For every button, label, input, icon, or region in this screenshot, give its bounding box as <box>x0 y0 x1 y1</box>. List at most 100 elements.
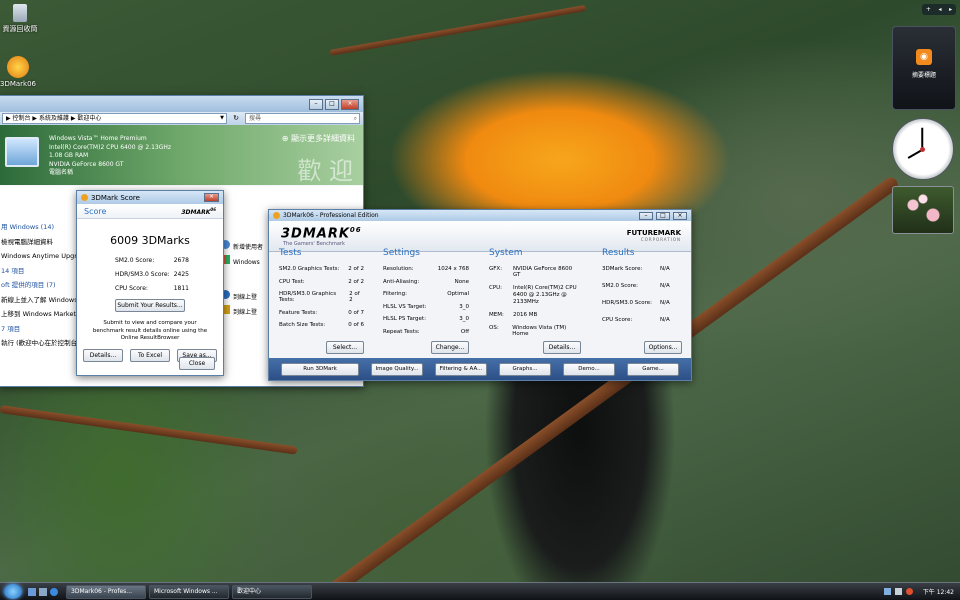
recycle-bin-icon[interactable]: 資源回收筒 <box>0 4 44 34</box>
score-label: CPU Score: <box>115 285 148 292</box>
3dmark-titlebar: 3DMark06 - Professional Edition – □ × <box>269 210 691 221</box>
score-rows: SM2.0 Score: 2678 HDR/SM3.0 Score: 2425 CP… <box>77 257 223 292</box>
address-breadcrumb: ▶ 控制台 ▶ 系統及維護 ▶ 歡迎中心 <box>6 115 102 122</box>
task-microsoft-windows[interactable]: Microsoft Windows ... <box>149 584 229 599</box>
tests-heading: Tests <box>279 248 302 258</box>
results-panel: Results 3DMark Score: N/A SM2.0 Score: N/A… <box>602 248 682 354</box>
next-icon[interactable]: ▸ <box>949 6 952 13</box>
close-dialog-button[interactable]: Close <box>179 357 215 370</box>
maximize-button[interactable]: □ <box>325 98 339 110</box>
graphs-button[interactable]: Graphs... <box>499 362 551 376</box>
setting-label: Filtering: <box>383 291 407 297</box>
close-button[interactable]: × <box>341 98 359 110</box>
test-row: Feature Tests: 0 of 7 <box>279 310 364 316</box>
system-row: GFX: NVIDIA GeForce 8600 GT <box>489 266 581 278</box>
setting-label: Repeat Tests: <box>383 328 420 335</box>
system-panel: System GFX: NVIDIA GeForce 8600 GT CPU: In… <box>489 248 581 354</box>
expand-icon: ⊕ <box>281 134 289 143</box>
system-row: OS: Windows Vista (TM) Home <box>489 325 581 337</box>
security-icon[interactable] <box>905 588 913 595</box>
maximize-button[interactable]: □ <box>656 211 670 220</box>
system-row: MEM: 2016 MB <box>489 312 581 318</box>
futuremark-text: FUTUREMARK <box>626 229 681 237</box>
image-quality-button[interactable]: Image Quality... <box>371 362 423 376</box>
run-3dmark-button[interactable]: Run 3DMark <box>281 362 359 376</box>
minimize-button[interactable]: – <box>309 98 323 110</box>
chevron-down-icon[interactable]: ▼ <box>220 114 224 123</box>
add-gadget-icon[interactable]: + <box>926 6 931 13</box>
test-label: CPU Test: <box>279 278 305 285</box>
test-value: 2 of 2 <box>348 266 364 272</box>
system-label: OS: <box>489 324 499 331</box>
submit-results-button[interactable]: Submit Your Results... <box>115 299 185 312</box>
futuremark-sub: CORPORATION <box>640 237 681 242</box>
computer-icon <box>5 137 39 167</box>
change-settings-button[interactable]: Change... <box>431 341 469 354</box>
clock-gadget[interactable] <box>892 118 954 180</box>
result-value: N/A <box>660 283 670 289</box>
to-excel-button[interactable]: To Excel <box>130 348 170 362</box>
tagline: The Gamers' Benchmark <box>283 241 345 247</box>
setting-row: HLSL VS Target: 3_0 <box>383 304 469 310</box>
address-field[interactable]: ▶ 控制台 ▶ 系統及維護 ▶ 歡迎中心 ▼ <box>2 113 227 124</box>
system-value: NVIDIA GeForce 8600 GT <box>512 266 573 278</box>
score-row: HDR/SM3.0 Score: 2425 <box>115 271 189 278</box>
score-row: CPU Score: 1811 <box>115 285 189 292</box>
task-3dmark[interactable]: 3DMark06 - Profes... <box>66 584 146 599</box>
branch-decoration <box>0 405 298 455</box>
show-desktop-icon[interactable] <box>28 587 36 596</box>
system-heading: System <box>489 248 523 258</box>
close-button[interactable]: × <box>673 211 687 220</box>
system-details-button[interactable]: Details... <box>543 341 581 354</box>
volume-icon[interactable] <box>894 588 902 595</box>
refresh-icon[interactable]: ↻ <box>231 114 241 123</box>
details-button[interactable]: Details... <box>83 348 123 362</box>
switch-windows-icon[interactable] <box>39 587 47 596</box>
start-button[interactable] <box>4 584 22 599</box>
filtering-aa-button[interactable]: Filtering & AA... <box>435 362 487 376</box>
brand-sup: 06 <box>210 206 216 212</box>
minimize-button[interactable]: – <box>639 211 653 220</box>
branch-decoration <box>329 4 587 56</box>
futuremark-logo: FUTUREMARK CORPORATION <box>627 229 681 242</box>
list-item[interactable]: Windows <box>221 255 263 270</box>
3dmark-shortcut[interactable]: 3DMark06 <box>0 56 42 88</box>
setting-value: Off <box>460 328 469 335</box>
system-label: GFX: <box>489 266 503 272</box>
list-item[interactable]: 到線上登 <box>221 290 263 305</box>
close-icon[interactable]: × <box>204 193 219 202</box>
setting-value: Optimal <box>447 291 469 297</box>
list-item[interactable]: 新增使用者 <box>221 240 263 255</box>
ie-icon[interactable] <box>50 587 58 596</box>
sidebar-controls: + ◂ ▸ <box>922 4 956 15</box>
show-more-link[interactable]: ⊕ 顯示更多詳細資料 <box>282 133 355 144</box>
setting-label: Resolution: <box>383 266 414 272</box>
test-row: Batch Size Tests: 0 of 6 <box>279 322 364 328</box>
rss-icon: ◉ <box>916 49 932 65</box>
task-welcome-center[interactable]: 歡迎中心 <box>232 584 312 599</box>
test-label: SM2.0 Graphics Tests: <box>279 266 340 272</box>
list-item[interactable]: 到線上登 <box>221 305 263 320</box>
demo-button[interactable]: Demo... <box>563 362 615 376</box>
clock[interactable]: 下午 12:42 <box>923 587 954 596</box>
score-total: 6009 3DMarks <box>110 234 190 247</box>
select-tests-button[interactable]: Select... <box>326 341 364 354</box>
search-icon[interactable]: ⌕ <box>354 114 357 123</box>
setting-value: 3_0 <box>459 303 469 310</box>
result-label: CPU Score: <box>602 317 633 323</box>
game-button[interactable]: Game... <box>627 362 679 376</box>
score-row: SM2.0 Score: 2678 <box>115 257 189 264</box>
search-input[interactable]: 搜尋 ⌕ <box>245 113 360 124</box>
photo-gadget[interactable] <box>892 186 954 234</box>
network-icon[interactable] <box>883 588 891 595</box>
welcome-watermark: 歡 迎 <box>297 157 353 185</box>
search-placeholder: 搜尋 <box>249 115 262 122</box>
prev-icon[interactable]: ◂ <box>938 6 941 13</box>
score-dialog-titlebar: 3DMark Score × <box>77 191 223 204</box>
options-button[interactable]: Options... <box>644 341 682 354</box>
rss-gadget[interactable]: ◉ 摘要標題 <box>892 26 956 110</box>
score-dialog-title: 3DMark Score <box>91 193 140 202</box>
test-row: SM2.0 Graphics Tests: 2 of 2 <box>279 266 364 272</box>
3dmark-shortcut-label: 3DMark06 <box>0 80 36 88</box>
system-value: 2016 MB <box>513 312 538 318</box>
